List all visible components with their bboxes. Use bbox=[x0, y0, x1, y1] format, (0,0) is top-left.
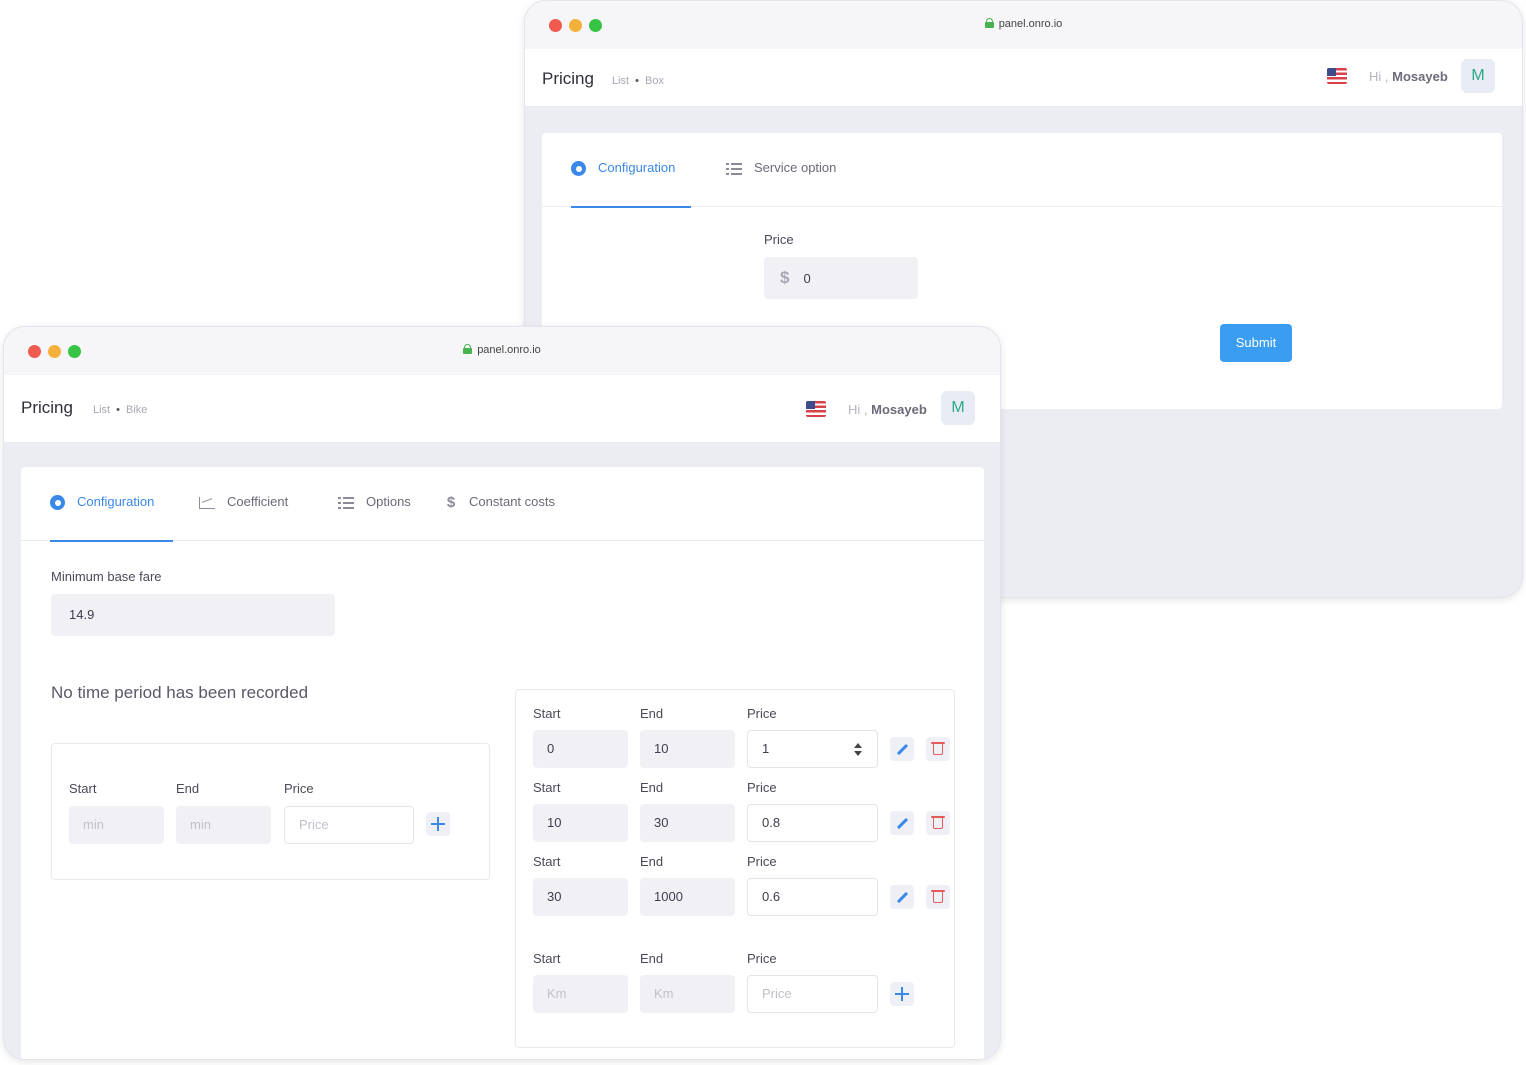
price-label: Price bbox=[747, 706, 777, 721]
tab-options[interactable]: Options bbox=[338, 494, 411, 542]
browser-titlebar: panel.onro.io bbox=[525, 1, 1522, 49]
bike-pricing-window: panel.onro.io Pricing List • Bike Hi , Mos… bbox=[3, 326, 1001, 1060]
end-label: End bbox=[640, 854, 664, 869]
tab-coefficient[interactable]: Coefficient bbox=[199, 494, 288, 542]
distance-price-input[interactable]: 1 bbox=[747, 730, 878, 768]
lock-icon bbox=[984, 18, 994, 28]
app-header: Pricing List • Box Hi , Mosayeb M bbox=[525, 49, 1522, 107]
breadcrumb: List • Bike bbox=[93, 404, 148, 416]
delete-row-button[interactable] bbox=[926, 811, 950, 835]
url-text: panel.onro.io bbox=[477, 344, 541, 356]
delete-row-button[interactable] bbox=[926, 885, 950, 909]
avatar[interactable]: M bbox=[1461, 59, 1495, 93]
distance-end-input[interactable]: 1000 bbox=[640, 878, 735, 916]
breadcrumb-list-link[interactable]: List bbox=[612, 75, 629, 87]
distance-start-input[interactable]: 30 bbox=[533, 878, 628, 916]
distance-start-input[interactable]: 10 bbox=[533, 804, 628, 842]
gear-icon bbox=[571, 161, 586, 177]
start-label: Start bbox=[533, 951, 561, 966]
price-label: Price bbox=[284, 781, 314, 796]
time-price-input[interactable]: Price bbox=[284, 806, 414, 844]
end-label: End bbox=[640, 951, 664, 966]
price-value: 1 bbox=[762, 741, 770, 756]
price-label: Price bbox=[747, 780, 777, 795]
gear-icon bbox=[50, 495, 65, 511]
user-greeting: Hi , Mosayeb bbox=[848, 402, 927, 417]
new-distance-end-input[interactable]: Km bbox=[640, 975, 735, 1013]
end-label: End bbox=[176, 781, 200, 796]
distance-end-input[interactable]: 30 bbox=[640, 804, 735, 842]
breadcrumb-current: Bike bbox=[125, 404, 148, 416]
number-spinner-icon[interactable] bbox=[853, 741, 863, 759]
distance-end-input[interactable]: 10 bbox=[640, 730, 735, 768]
start-label: Start bbox=[533, 706, 561, 721]
pencil-icon bbox=[896, 743, 909, 756]
dollar-icon: $ bbox=[446, 494, 456, 512]
us-flag-icon[interactable] bbox=[806, 401, 826, 417]
list-icon bbox=[726, 162, 742, 175]
address-bar[interactable]: panel.onro.io bbox=[4, 344, 1000, 356]
avatar[interactable]: M bbox=[941, 391, 975, 425]
price-value: 0 bbox=[803, 271, 811, 286]
us-flag-icon[interactable] bbox=[1327, 68, 1347, 84]
add-distance-row-button[interactable] bbox=[890, 982, 914, 1006]
price-label: Price bbox=[747, 854, 777, 869]
chart-icon bbox=[199, 496, 215, 509]
end-label: End bbox=[640, 706, 664, 721]
user-name: Mosayeb bbox=[1392, 69, 1448, 84]
start-label: Start bbox=[533, 780, 561, 795]
breadcrumb-list-link[interactable]: List bbox=[93, 404, 110, 416]
tab-configuration[interactable]: Configuration bbox=[50, 494, 173, 542]
time-period-form: Start End Price min min Price bbox=[51, 743, 490, 880]
time-start-input[interactable]: min bbox=[69, 806, 164, 844]
app-header: Pricing List • Bike Hi , Mosayeb M bbox=[4, 375, 1000, 443]
distance-start-input[interactable]: 0 bbox=[533, 730, 628, 768]
breadcrumb: List • Box bbox=[612, 75, 664, 87]
edit-row-button[interactable] bbox=[890, 737, 914, 761]
distance-price-input[interactable]: 0.8 bbox=[747, 804, 878, 842]
browser-titlebar: panel.onro.io bbox=[4, 327, 1000, 375]
list-icon bbox=[338, 496, 354, 509]
tab-constant-costs[interactable]: $ Constant costs bbox=[445, 494, 555, 542]
start-label: Start bbox=[69, 781, 97, 796]
min-base-fare-label: Minimum base fare bbox=[51, 569, 162, 584]
config-card: Configuration Coefficient Options $ Const… bbox=[21, 467, 984, 1059]
page-title: Pricing bbox=[542, 69, 594, 88]
new-distance-price-input[interactable]: Price bbox=[747, 975, 878, 1013]
price-input[interactable]: $0 bbox=[764, 257, 918, 299]
pencil-icon bbox=[896, 817, 909, 830]
distance-price-input[interactable]: 0.6 bbox=[747, 878, 878, 916]
edit-row-button[interactable] bbox=[890, 811, 914, 835]
time-end-input[interactable]: min bbox=[176, 806, 271, 844]
lock-icon bbox=[463, 344, 473, 354]
start-label: Start bbox=[533, 854, 561, 869]
address-bar[interactable]: panel.onro.io bbox=[525, 18, 1522, 30]
delete-row-button[interactable] bbox=[926, 737, 950, 761]
tab-service-option[interactable]: Service option bbox=[726, 160, 836, 208]
page-title: Pricing bbox=[21, 398, 73, 417]
price-label: Price bbox=[764, 232, 794, 247]
tab-configuration[interactable]: Configuration bbox=[571, 160, 691, 208]
distance-pricing-panel: Start End Price 0 10 1 Start End Price 1… bbox=[515, 689, 955, 1048]
pencil-icon bbox=[896, 891, 909, 904]
user-name: Mosayeb bbox=[871, 402, 927, 417]
min-base-fare-input[interactable]: 14.9 bbox=[51, 594, 335, 636]
url-text: panel.onro.io bbox=[998, 18, 1063, 30]
user-greeting: Hi , Mosayeb bbox=[1369, 69, 1448, 84]
dollar-icon: $ bbox=[780, 268, 790, 287]
tab-bar: Configuration Service option bbox=[542, 133, 1502, 208]
new-distance-start-input[interactable]: Km bbox=[533, 975, 628, 1013]
submit-button[interactable]: Submit bbox=[1220, 324, 1292, 362]
time-period-empty-heading: No time period has been recorded bbox=[51, 683, 309, 702]
end-label: End bbox=[640, 780, 664, 795]
price-label: Price bbox=[747, 951, 777, 966]
edit-row-button[interactable] bbox=[890, 885, 914, 909]
breadcrumb-current: Box bbox=[644, 75, 664, 87]
add-time-period-button[interactable] bbox=[426, 812, 450, 836]
tab-bar: Configuration Coefficient Options $ Const… bbox=[21, 467, 984, 542]
